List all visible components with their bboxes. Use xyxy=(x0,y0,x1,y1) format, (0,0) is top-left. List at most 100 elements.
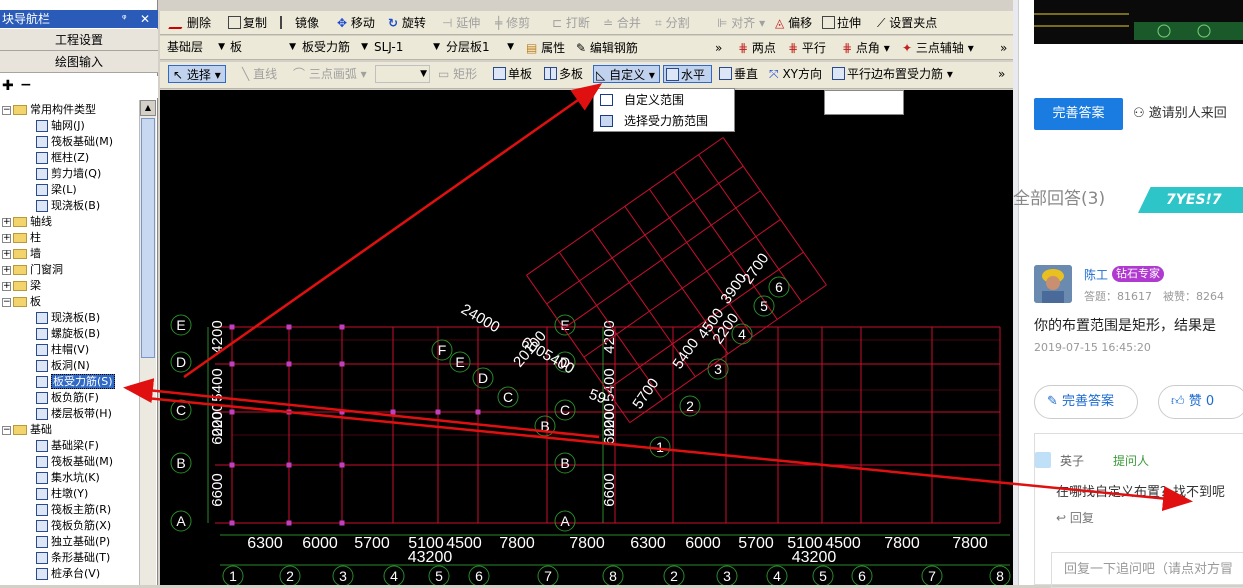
avatar[interactable] xyxy=(1034,265,1072,303)
tree-item[interactable]: 板受力筋(S) xyxy=(36,374,115,390)
single-slab-button[interactable]: 单板 xyxy=(493,65,532,83)
arc-option-select[interactable]: ▼ xyxy=(375,65,430,83)
tree-item[interactable]: 独立基础(P) xyxy=(36,534,110,550)
rotate-button[interactable]: ↻ 旋转 xyxy=(388,14,426,32)
type-select[interactable]: 板 ▼ xyxy=(228,39,298,57)
pin-icon[interactable]: ᵠ xyxy=(122,10,134,28)
tree-folder[interactable]: + 门窗洞 xyxy=(2,262,63,278)
parallel-edge-rebar-button[interactable]: 平行边布置受力筋 ▾ xyxy=(832,65,953,83)
point-angle-button[interactable]: ⋕ 点角 ▾ xyxy=(842,39,890,57)
tree-scrollbar[interactable]: ▲ xyxy=(139,100,156,585)
tree-folder[interactable]: − 板 xyxy=(2,294,41,310)
close-icon[interactable]: ✕ xyxy=(140,10,152,28)
cad-canvas[interactable]: E D C B A E D C B A 4200 5400 6000 2200 6600 4200 5400 60… xyxy=(160,90,1013,587)
rectangle-button[interactable]: ▭ 矩形 xyxy=(438,65,477,83)
properties-button[interactable]: ▤ 属性 xyxy=(526,39,565,57)
expand-icon[interactable]: + xyxy=(2,217,11,227)
split-button[interactable]: ⌗ 分割 xyxy=(655,14,690,32)
project-settings-button[interactable]: 工程设置 xyxy=(0,29,158,51)
custom-button[interactable]: ◺ 自定义 ▾ xyxy=(593,65,660,83)
tree-item[interactable]: 剪力墙(Q) xyxy=(36,166,101,182)
copy-button[interactable]: 复制 xyxy=(228,14,267,32)
line-button[interactable]: ╲ 直线 xyxy=(242,65,277,83)
three-point-axis-button[interactable]: ✦ 三点辅轴 ▾ xyxy=(902,39,974,57)
trim-button[interactable]: ╪ 修剪 xyxy=(495,14,530,32)
mirror-button[interactable]: 镜像 xyxy=(280,14,319,32)
vertical-button[interactable]: 垂直 xyxy=(719,65,758,83)
reply-link[interactable]: ↩ 回复 xyxy=(1056,509,1094,526)
extend-button[interactable]: ⊣ 延伸 xyxy=(442,14,480,32)
multi-slab-button[interactable]: 多板 xyxy=(544,65,583,83)
tree-item[interactable]: 集水坑(K) xyxy=(36,470,100,486)
tree-item[interactable]: 筏板负筋(X) xyxy=(36,518,111,534)
collapse-all-icon[interactable]: − xyxy=(20,77,32,93)
tree-item[interactable]: 轴网(J) xyxy=(36,118,85,134)
expand-icon[interactable]: + xyxy=(2,265,11,275)
select-rebar-range-menu-item[interactable]: 选择受力筋范围 xyxy=(594,111,734,131)
complete-answer-outline-button[interactable]: ✎ 完善答案 xyxy=(1034,385,1138,419)
tree-item[interactable]: 筏板主筋(R) xyxy=(36,502,111,518)
tree-folder[interactable]: − 常用构件类型 xyxy=(2,102,96,118)
tree-folder[interactable]: + 梁 xyxy=(2,278,41,294)
set-grip-button[interactable]: ⟋ 设置夹点 xyxy=(877,14,937,32)
merge-button[interactable]: ≐ 合并 xyxy=(603,14,641,32)
tree-item[interactable]: 板负筋(F) xyxy=(36,390,99,406)
reply-input[interactable]: 回复一下追问吧（请点对方冒 xyxy=(1051,552,1243,588)
tree-item[interactable]: 板洞(N) xyxy=(36,358,90,374)
tree-folder[interactable]: − 基础 xyxy=(2,422,52,438)
collapse-icon[interactable]: − xyxy=(2,425,11,435)
scroll-up-icon[interactable]: ▲ xyxy=(140,100,156,116)
tree-item[interactable]: 现浇板(B) xyxy=(36,310,100,326)
tree-item[interactable]: 柱墩(Y) xyxy=(36,486,88,502)
offset-button[interactable]: ◬ 偏移 xyxy=(775,14,812,32)
layer-select[interactable]: 基础层 ▼ xyxy=(165,39,227,57)
name-select[interactable]: SLJ-1 ▼ xyxy=(372,39,442,57)
collapse-icon[interactable]: − xyxy=(2,297,11,307)
tree-item[interactable]: 筏板基础(M) xyxy=(36,134,113,150)
invite-link[interactable]: ⚇ 邀请别人来回 xyxy=(1133,98,1227,130)
tree-item[interactable]: 柱帽(V) xyxy=(36,342,89,358)
tree-item[interactable]: 螺旋板(B) xyxy=(36,326,100,342)
horizontal-button[interactable]: 水平 xyxy=(663,65,712,83)
subtype-select[interactable]: 板受力筋 ▼ xyxy=(300,39,370,57)
custom-range-menu-item[interactable]: 自定义范围 xyxy=(594,90,734,110)
expand-icon[interactable]: + xyxy=(2,281,11,291)
tree-item[interactable]: 梁(L) xyxy=(36,182,77,198)
question-image-thumbnail[interactable] xyxy=(1034,0,1243,44)
tree-item[interactable]: 基础梁(F) xyxy=(36,438,99,454)
scroll-thumb[interactable] xyxy=(141,118,155,358)
delete-button[interactable]: 删除 xyxy=(168,14,211,32)
tree-item[interactable]: 筏板基础(M) xyxy=(36,454,113,470)
tree-folder[interactable]: + 轴线 xyxy=(2,214,52,230)
tree-item[interactable]: 桩承台(V) xyxy=(36,566,100,582)
tree-item[interactable]: 楼层板带(H) xyxy=(36,406,112,422)
parallel-axis-button[interactable]: ⋕ 平行 xyxy=(788,39,826,57)
tree-item[interactable]: 现浇板(B) xyxy=(36,198,100,214)
more-toolbar2-button[interactable]: » xyxy=(715,39,722,57)
collapse-icon[interactable]: − xyxy=(2,105,11,115)
select-button[interactable]: ↖ 选择 ▾ xyxy=(168,65,226,83)
break-button[interactable]: ⊏ 打断 xyxy=(552,14,590,32)
floating-input-box[interactable] xyxy=(824,90,904,115)
floor-select[interactable]: 分层板1 ▼ xyxy=(444,39,516,57)
edit-rebar-button[interactable]: ✎ 编辑钢筋 xyxy=(576,39,638,57)
tree-folder[interactable]: + 墙 xyxy=(2,246,41,262)
expand-all-icon[interactable]: ✚ xyxy=(2,78,14,94)
answerer-name[interactable]: 陈工 xyxy=(1084,266,1108,283)
tree-item[interactable]: 框柱(Z) xyxy=(36,150,89,166)
arc-button[interactable]: ⌒ 三点画弧 ▾ xyxy=(293,65,367,83)
align-button[interactable]: ⊫ 对齐 ▾ xyxy=(717,14,765,32)
like-button[interactable]: 👍︎ 赞 0 xyxy=(1158,385,1243,419)
stretch-button[interactable]: 拉伸 xyxy=(822,14,861,32)
more-toolbar3-button[interactable]: » xyxy=(998,65,1005,83)
xy-direction-button[interactable]: ⤧ XY方向 xyxy=(769,65,822,83)
tree-item[interactable]: 条形基础(T) xyxy=(36,550,110,566)
expand-icon[interactable]: + xyxy=(2,249,11,259)
tree-folder[interactable]: + 柱 xyxy=(2,230,41,246)
complete-answer-button[interactable]: 完善答案 xyxy=(1034,98,1123,130)
more-toolbar2b-button[interactable]: » xyxy=(1000,39,1007,57)
expand-icon[interactable]: + xyxy=(2,233,11,243)
two-point-axis-button[interactable]: ⋕ 两点 xyxy=(738,39,776,57)
move-button[interactable]: ✥ 移动 xyxy=(337,14,375,32)
drawing-input-button[interactable]: 绘图输入 xyxy=(0,51,158,73)
